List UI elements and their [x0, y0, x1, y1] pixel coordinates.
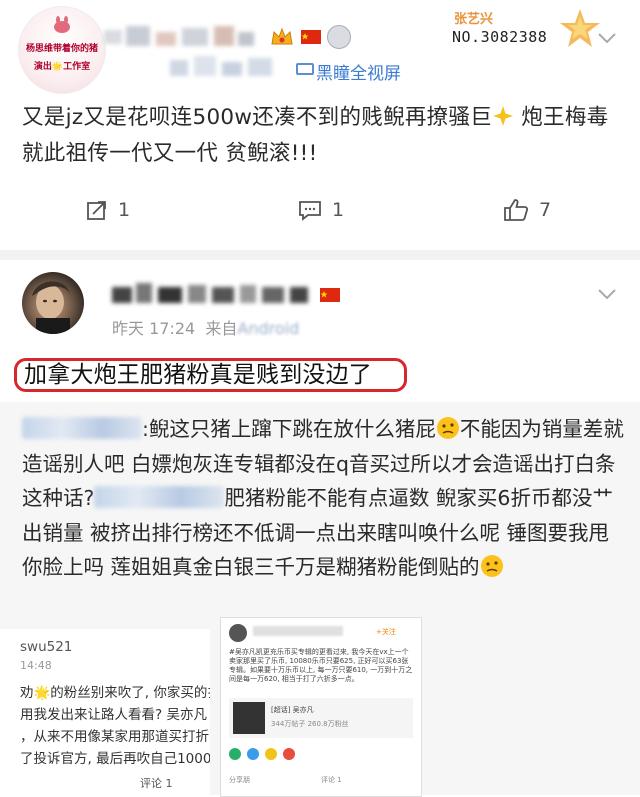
embedded-body: #吴亦凡凯更充乐币买专辑的更看过来, 我今天在vx上一个卖家那里买了乐币, 10… — [229, 648, 413, 683]
post-divider — [0, 250, 640, 260]
via-prefix: 来自 — [205, 319, 238, 338]
tv-icon — [296, 63, 314, 75]
portrait-avatar-icon — [32, 281, 70, 334]
follow-button[interactable]: +关注 — [376, 628, 396, 637]
embedded-line-3: ，从来不用像某家用那道买打折乡 — [20, 729, 210, 745]
share-label: 分享朋 — [229, 776, 250, 784]
via-device[interactable]: Android — [237, 319, 299, 338]
weibo-post-1: 杨思维带着你的猪 演出🌟工作室 黑瞳全视屏 张艺兴 NO.3082388 又是j… — [0, 0, 640, 250]
comment-button[interactable]: 1 — [298, 190, 344, 230]
mention-redacted-2[interactable] — [94, 486, 225, 508]
embedded-username: swu521 — [20, 639, 73, 655]
topic-stats: 344万帖子 260.8万粉丝 — [271, 720, 349, 728]
chevron-down-icon[interactable] — [597, 32, 617, 44]
avatar[interactable]: 杨思维带着你的猪 演出🌟工作室 — [18, 6, 106, 94]
embedded-line-4: 了投诉官方, 最后再吹自己1000v — [20, 751, 210, 767]
embedded-screenshot-left[interactable]: swu521 14:48 劝🌟的粉丝别来吹了, 你家买的扌 用我发出来让路人看看… — [0, 629, 210, 795]
repost-text: :鲵这只猪上蹿下跳在放什么猪屁 不能因为销量差就造谣别人吧 白嫖炮灰连专辑都没在q… — [22, 412, 628, 585]
meta-redacted — [170, 56, 310, 78]
rabbit-logo-icon — [54, 16, 70, 33]
thinking-emoji-icon — [480, 555, 503, 577]
repost-text-part-1: :鲵这只猪上蹿下跳在放什么猪屁 — [142, 417, 436, 441]
crown-icon — [271, 27, 293, 45]
topic-title: [超话] 吴亦凡 — [271, 706, 314, 714]
like-count: 7 — [539, 199, 552, 221]
comment-count: 1 — [332, 199, 345, 221]
share-icons-row — [229, 748, 413, 762]
reposted-content[interactable]: :鲵这只猪上蹿下跳在放什么猪屁 不能因为销量差就造谣别人吧 白嫖炮灰连专辑都没在q… — [0, 402, 640, 797]
repost-button[interactable]: 1 — [86, 190, 130, 230]
medal-number: NO.3082388 — [452, 28, 548, 46]
repost-icon — [87, 201, 106, 220]
china-flag-icon — [320, 288, 340, 302]
weibo-post-2: 昨天 17:24 来自Android 加拿大炮王肥猪粉真是贱到没边了 :鲵这只猪… — [0, 260, 640, 797]
embedded-line-1: 劝🌟的粉丝别来吹了, 你家买的扌 — [20, 685, 210, 701]
source-label[interactable]: 黑瞳全视屏 — [316, 59, 401, 84]
thumbs-up-icon — [504, 199, 529, 221]
avatar[interactable] — [22, 272, 84, 334]
mention-redacted[interactable] — [22, 417, 142, 439]
comment-icon — [299, 201, 321, 221]
avatar — [229, 624, 247, 642]
username-redacted[interactable] — [112, 283, 312, 305]
medal-name: 张艺兴 — [454, 12, 494, 27]
post-time: 昨天 17:24 — [112, 319, 196, 338]
post-text: 加拿大炮王肥猪粉真是贱到没边了 — [24, 362, 372, 388]
post-text-line-1: 又是jz又是花呗连500w还凑不到的贱鲵再撩骚巨 — [22, 105, 493, 130]
post-meta: 昨天 17:24 来自Android — [112, 315, 299, 339]
sparkle-emoji-icon — [493, 106, 514, 126]
repost-count: 1 — [118, 199, 131, 221]
embedded-comment: 评论 1 — [140, 777, 173, 790]
china-flag-icon — [301, 30, 321, 44]
avatar-text-line-1: 杨思维带着你的猪 — [25, 44, 98, 54]
chevron-down-icon[interactable] — [597, 288, 617, 300]
embedded-line-2: 用我发出来让路人看看? 吴亦凡 — [20, 707, 207, 723]
star-medal-icon — [560, 9, 600, 47]
fan-medal[interactable]: 张艺兴 NO.3082388 — [442, 4, 618, 48]
post-text: 又是jz又是花呗连500w还凑不到的贱鲵再撩骚巨 炮王梅毒就此祖传一代又一代 贫… — [22, 100, 630, 172]
avatar-text-line-2: 演出🌟工作室 — [33, 62, 91, 72]
like-button[interactable]: 7 — [503, 190, 551, 230]
action-bar: 1 1 7 — [0, 190, 640, 230]
username-redacted[interactable] — [104, 26, 254, 48]
username-redacted — [253, 626, 343, 636]
embedded-screenshot-right[interactable]: +关注 #吴亦凡凯更充乐币买专辑的更看过来, 我今天在vx上一个卖家那里买了乐币… — [220, 617, 422, 797]
thinking-emoji-icon — [436, 417, 459, 439]
level-badge-icon — [327, 25, 351, 49]
embedded-time: 14:48 — [20, 659, 52, 672]
topic-card[interactable]: [超话] 吴亦凡 344万帖子 260.8万粉丝 — [229, 698, 413, 738]
topic-thumbnail — [233, 702, 265, 734]
comment-label: 评论 1 — [321, 776, 342, 784]
